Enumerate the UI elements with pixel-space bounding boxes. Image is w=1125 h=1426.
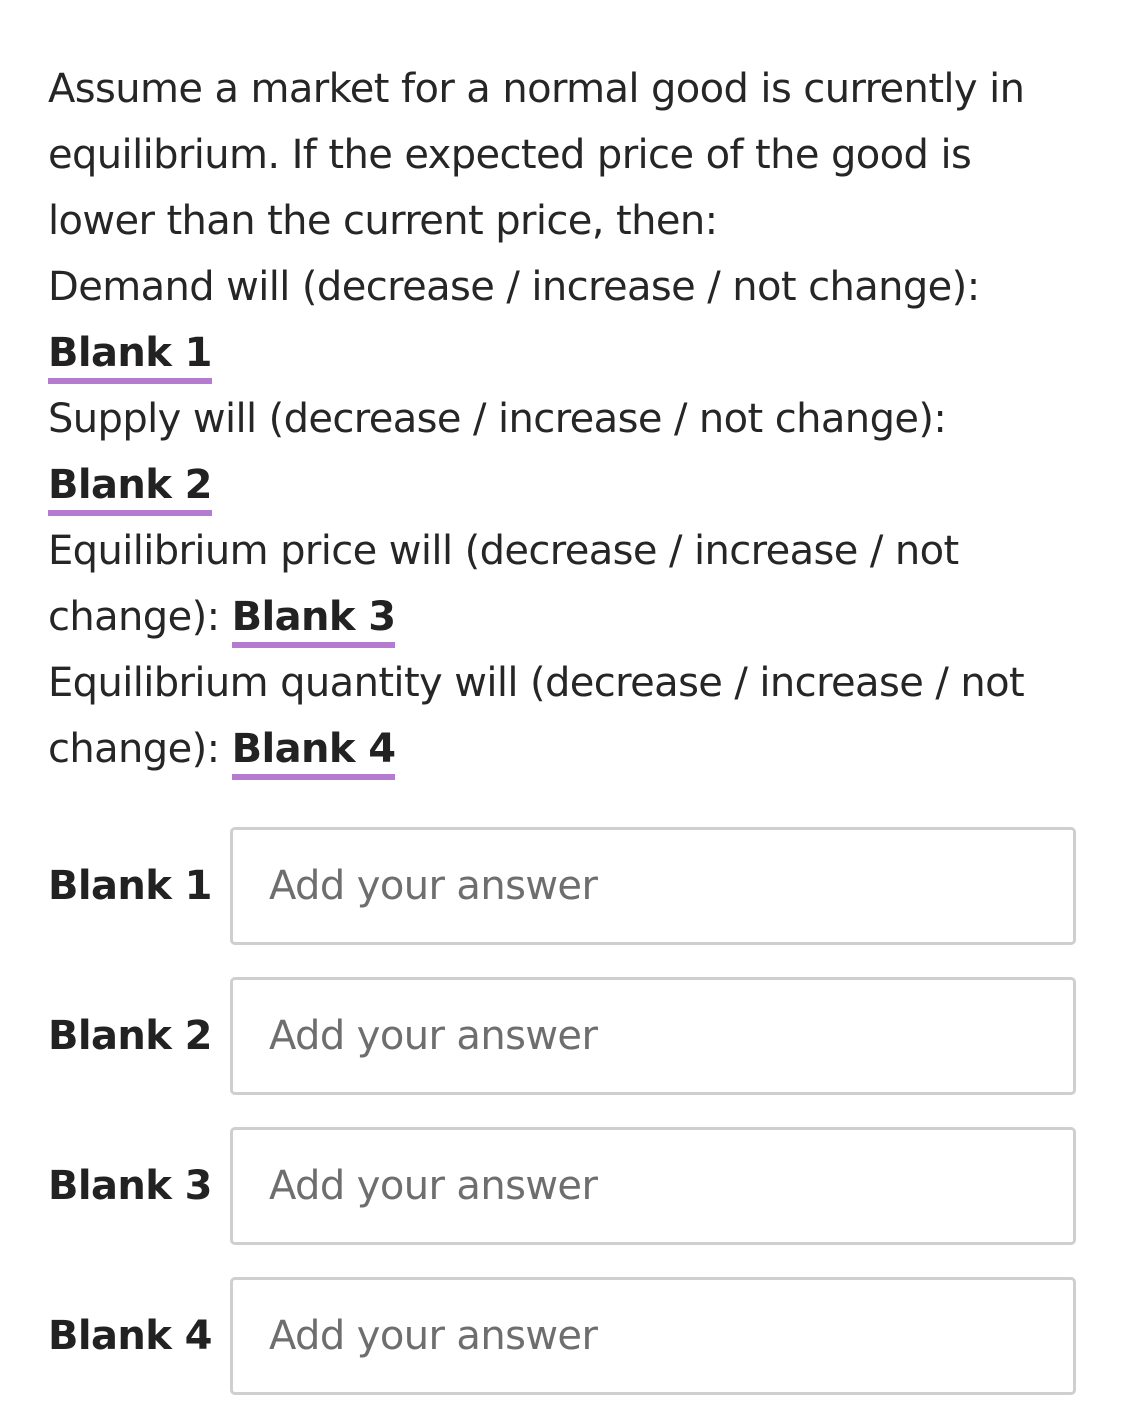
- prompt-supply: Supply will (decrease / increase / not c…: [48, 396, 947, 442]
- answer-input-4[interactable]: [230, 1277, 1076, 1395]
- question-item-demand: Demand will (decrease / increase / not c…: [48, 254, 1078, 386]
- answer-row-1: Blank 1: [48, 826, 1078, 946]
- prompt-quantity: Equilibrium quantity will (decrease / in…: [48, 660, 1025, 772]
- answer-input-1[interactable]: [230, 827, 1076, 945]
- blank-2-reference[interactable]: Blank 2: [48, 462, 212, 516]
- question-intro: Assume a market for a normal good is cur…: [48, 66, 1025, 244]
- blank-4-reference[interactable]: Blank 4: [231, 726, 396, 780]
- prompt-price: Equilibrium price will (decrease / incre…: [48, 528, 959, 640]
- prompt-demand: Demand will (decrease / increase / not c…: [48, 264, 980, 310]
- answer-row-2: Blank 2: [48, 976, 1078, 1096]
- answer-input-2[interactable]: [230, 977, 1076, 1095]
- blank-1-reference[interactable]: Blank 1: [48, 330, 212, 384]
- blank-3-reference[interactable]: Blank 3: [231, 594, 396, 648]
- answer-row-3: Blank 3: [48, 1126, 1078, 1246]
- question-item-supply: Supply will (decrease / increase / not c…: [48, 386, 1078, 518]
- answer-input-3[interactable]: [230, 1127, 1076, 1245]
- answer-label-4: Blank 4: [48, 1313, 212, 1359]
- question-item-quantity: Equilibrium quantity will (decrease / in…: [48, 650, 1078, 782]
- question-item-price: Equilibrium price will (decrease / incre…: [48, 518, 1078, 650]
- question-text: Assume a market for a normal good is cur…: [48, 56, 1078, 782]
- answer-label-2: Blank 2: [48, 1013, 212, 1059]
- answer-form: Blank 1 Blank 2 Blank 3 Blank 4: [48, 826, 1078, 1426]
- answer-label-1: Blank 1: [48, 863, 212, 909]
- answer-label-3: Blank 3: [48, 1163, 212, 1209]
- answer-row-4: Blank 4: [48, 1276, 1078, 1396]
